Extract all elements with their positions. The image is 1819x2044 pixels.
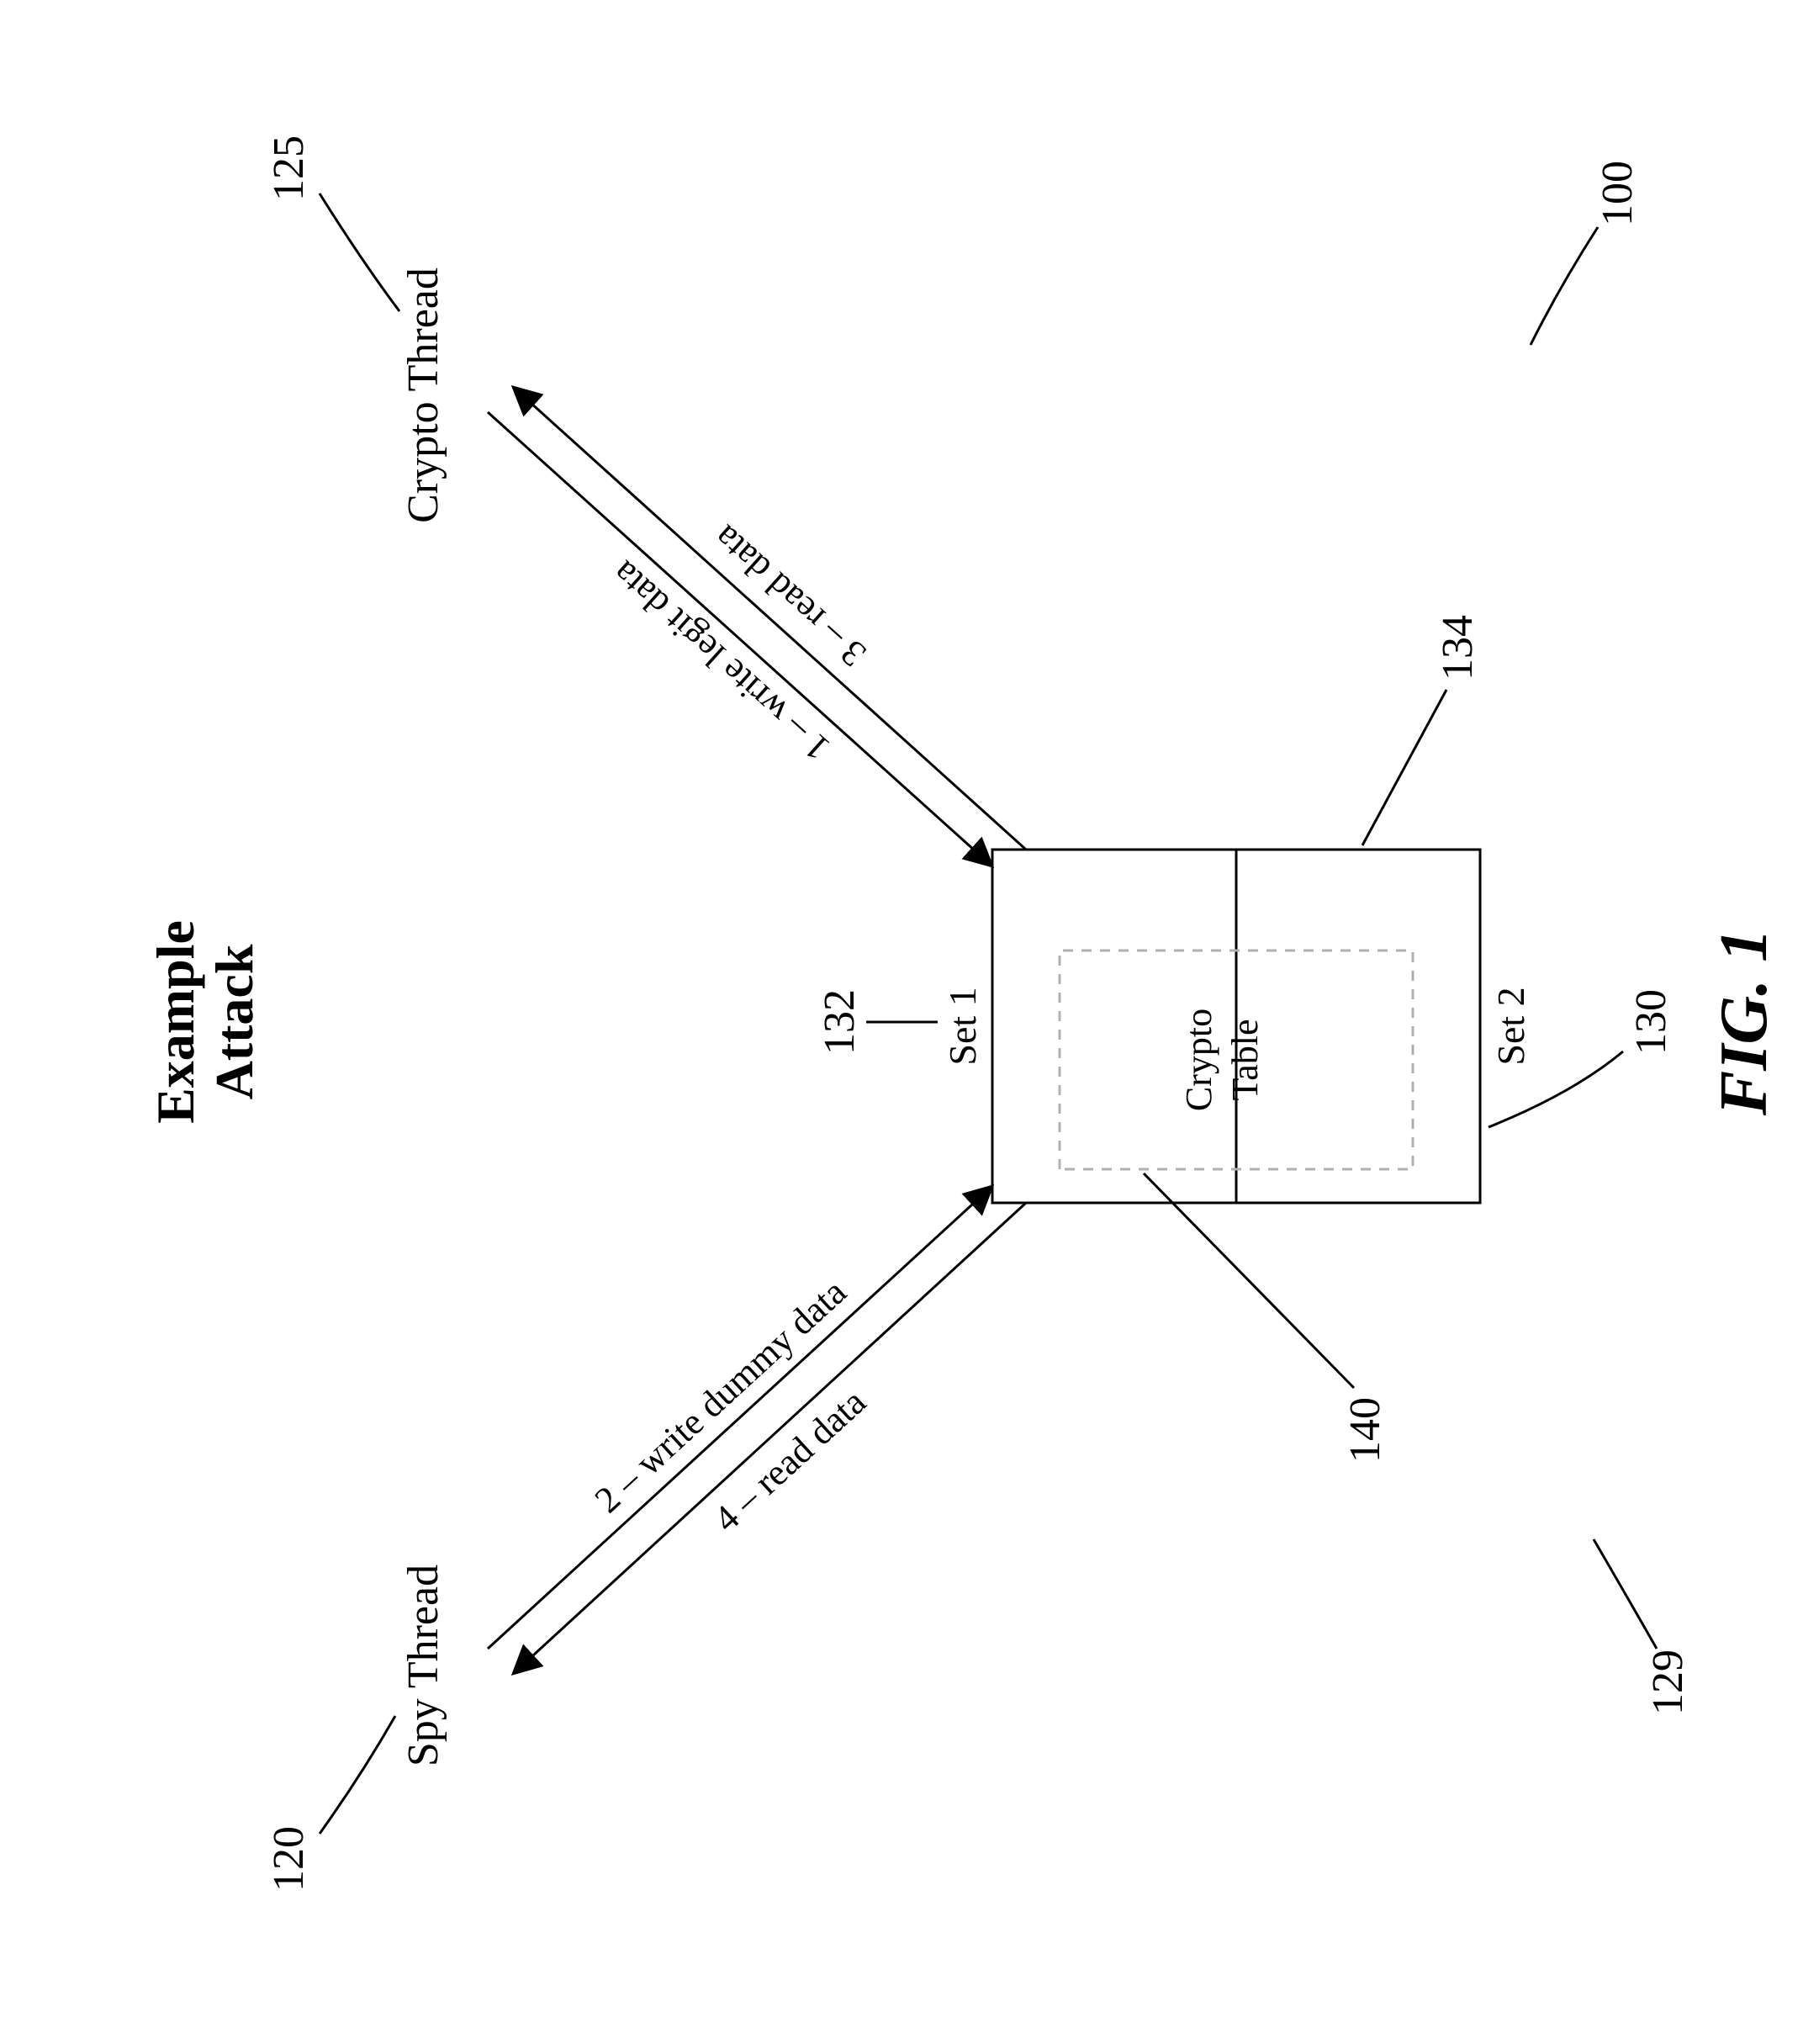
arrow-spy-write bbox=[488, 1186, 992, 1649]
ref-table: 140 bbox=[1341, 1397, 1389, 1463]
ref-crypto: 125 bbox=[265, 135, 313, 201]
leader-table bbox=[1144, 1173, 1354, 1388]
ref-set2: 134 bbox=[1434, 615, 1482, 680]
title-line2: Attack bbox=[204, 944, 264, 1099]
leader-spy bbox=[320, 1716, 395, 1834]
ref-frame: 129 bbox=[1644, 1649, 1692, 1715]
set2-label: Set 2 bbox=[1489, 987, 1532, 1065]
set1-label: Set 1 bbox=[941, 987, 984, 1065]
leader-set2 bbox=[1362, 690, 1446, 845]
crypto-table-label-2: Table bbox=[1224, 1019, 1266, 1100]
ref-set1: 132 bbox=[816, 989, 864, 1055]
ref-system: 100 bbox=[1594, 161, 1642, 226]
leader-frame bbox=[1594, 1539, 1657, 1649]
leader-crypto bbox=[320, 193, 399, 311]
spy-thread-label: Spy Thread bbox=[399, 1565, 447, 1766]
ref-cache: 130 bbox=[1627, 989, 1675, 1055]
arrow-spy-read bbox=[513, 1203, 1026, 1674]
diagram-page: Example Attack Spy Thread Crypto Thread … bbox=[0, 0, 1819, 2044]
arrow-crypto-read bbox=[513, 387, 1026, 850]
title-line1: Example bbox=[145, 920, 205, 1124]
ref-spy: 120 bbox=[265, 1826, 313, 1892]
crypto-table-label-1: Crypto bbox=[1178, 1009, 1219, 1111]
crypto-thread-label: Crypto Thread bbox=[399, 267, 447, 523]
figure-label: FIG. 1 bbox=[1707, 929, 1781, 1116]
diagram-svg: Example Attack Spy Thread Crypto Thread … bbox=[0, 0, 1819, 2044]
leader-system bbox=[1531, 227, 1598, 345]
arrow-crypto-write bbox=[488, 412, 992, 866]
rotated-canvas: Example Attack Spy Thread Crypto Thread … bbox=[0, 0, 1819, 2044]
